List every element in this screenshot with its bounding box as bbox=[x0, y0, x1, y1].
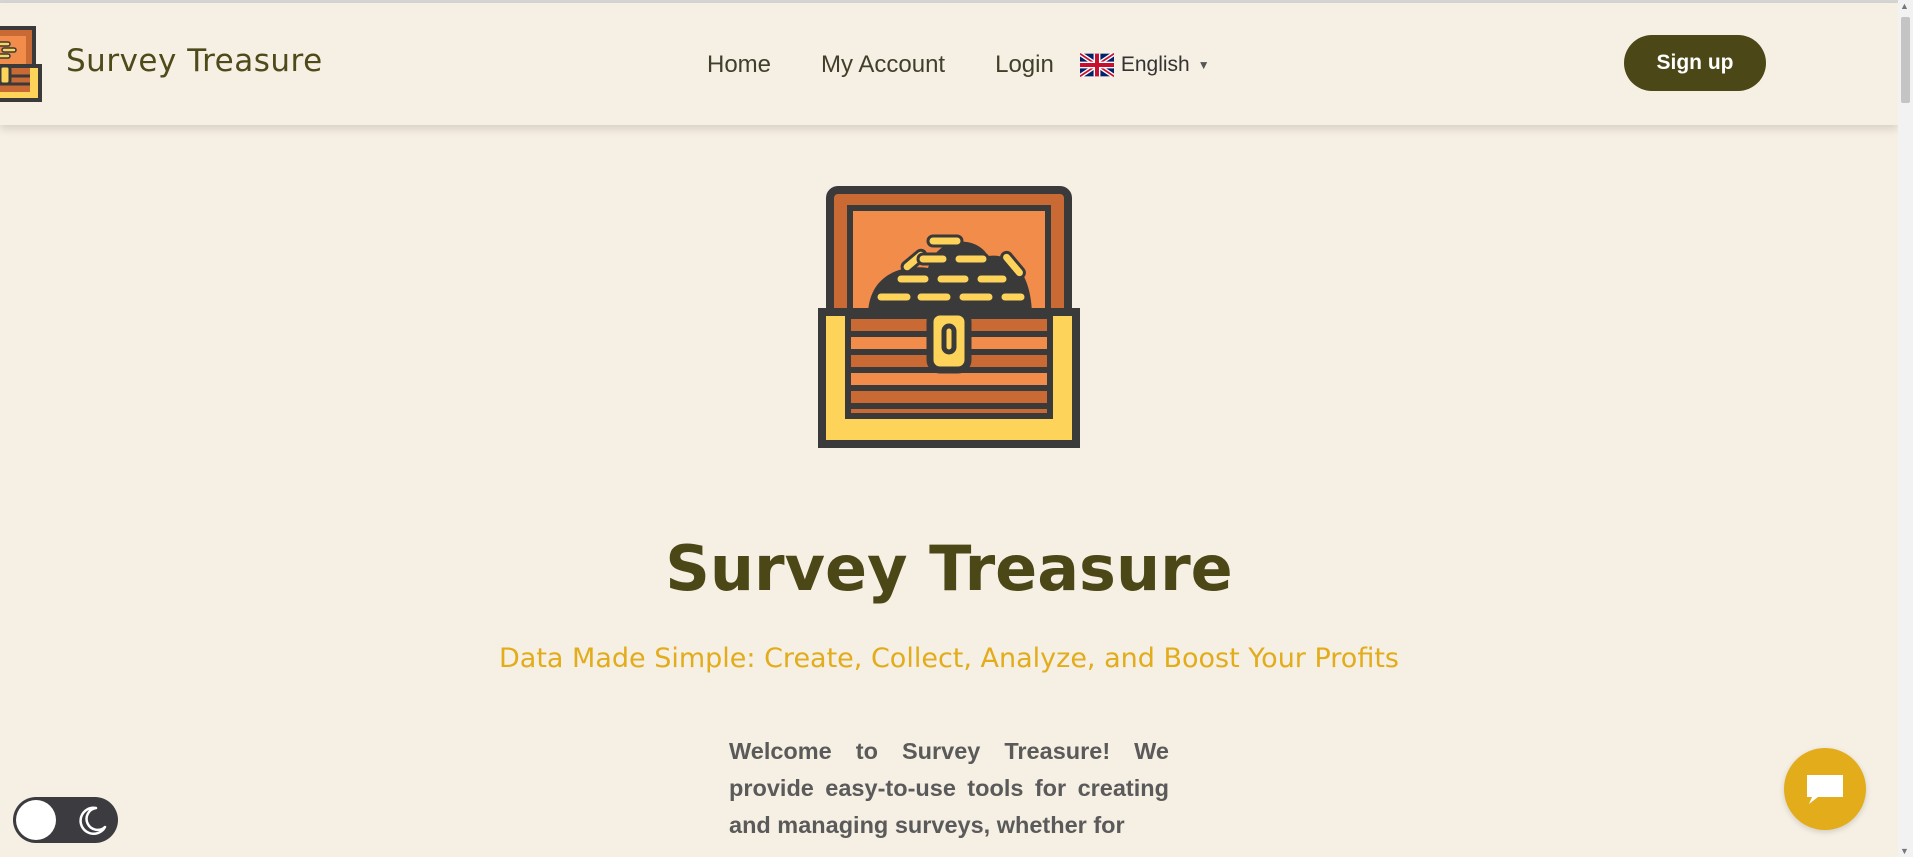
nav-home-link[interactable]: Home bbox=[707, 51, 771, 79]
page-scrollbar[interactable]: ▲ ▼ bbox=[1898, 0, 1913, 857]
signup-button[interactable]: Sign up bbox=[1624, 35, 1766, 91]
nav-my-account-link[interactable]: My Account bbox=[821, 51, 945, 79]
main-nav: Home My Account Login English ▼ bbox=[707, 49, 1210, 81]
chat-bubble-icon bbox=[1807, 775, 1843, 804]
brand-name[interactable]: Survey Treasure bbox=[66, 43, 323, 79]
language-selector[interactable]: English ▼ bbox=[1079, 53, 1210, 77]
hero-subtitle: Data Made Simple: Create, Collect, Analy… bbox=[498, 643, 1399, 674]
dropdown-caret-icon: ▼ bbox=[1197, 58, 1210, 72]
theme-toggle[interactable] bbox=[13, 797, 118, 843]
scrollbar-thumb[interactable] bbox=[1901, 17, 1910, 103]
uk-flag-icon bbox=[1079, 53, 1114, 77]
treasure-chest-icon bbox=[818, 186, 1080, 448]
scroll-down-arrow-icon[interactable]: ▼ bbox=[1900, 846, 1909, 856]
scroll-up-arrow-icon[interactable]: ▲ bbox=[1900, 1, 1909, 11]
treasure-chest-icon bbox=[0, 26, 42, 102]
intro-paragraph: Welcome to Survey Treasure! We provide e… bbox=[729, 738, 1169, 838]
language-label: English bbox=[1120, 53, 1190, 76]
chat-button[interactable] bbox=[1784, 748, 1866, 830]
site-header: Survey Treasure Home My Account Login En… bbox=[0, 3, 1898, 125]
hero-title: Survey Treasure bbox=[665, 532, 1233, 605]
brand-logo[interactable] bbox=[0, 26, 42, 102]
nav-login-link[interactable]: Login bbox=[995, 51, 1054, 79]
moon-icon bbox=[79, 806, 107, 836]
toggle-knob bbox=[16, 800, 56, 840]
